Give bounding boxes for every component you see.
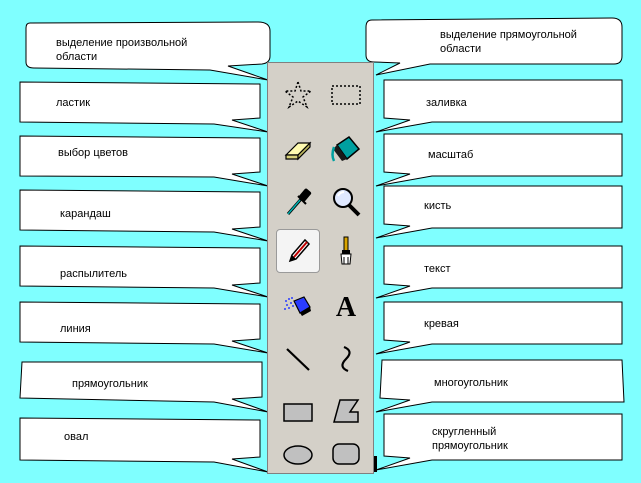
callout-rounded-rect-label: скругленный прямоугольник <box>432 426 508 452</box>
toolbar-edge-mark <box>374 456 377 472</box>
paint-toolbar: A <box>267 62 374 474</box>
callout-curve-bubble <box>375 301 623 355</box>
text-tool[interactable]: A <box>324 283 368 327</box>
text-tool-glyph: A <box>336 292 357 323</box>
callout-polygon-label: многоугольник <box>434 377 508 389</box>
callout-fill-bubble <box>375 79 623 133</box>
pick-color-tool[interactable] <box>276 180 320 224</box>
rect-select-tool[interactable] <box>324 73 368 117</box>
callout-magnifier-label: масштаб <box>428 149 474 161</box>
line-tool[interactable] <box>276 337 320 381</box>
paint-bucket-icon <box>331 136 361 162</box>
rounded-rectangle-icon <box>332 443 360 465</box>
free-select-icon <box>282 79 314 109</box>
brush-tool[interactable] <box>324 229 368 273</box>
airbrush-icon <box>284 296 311 316</box>
callout-brush-label: кисть <box>424 200 452 212</box>
callout-line-bubble <box>19 301 269 354</box>
rect-select-icon <box>331 85 361 105</box>
pencil-icon <box>288 238 311 263</box>
callout-rectangle-label: прямоугольник <box>72 378 148 390</box>
rounded-rect-tool[interactable] <box>324 431 368 475</box>
callout-rect-select-label: выделение прямоугольной области <box>440 29 577 55</box>
callout-pick-color-label: выбор цветов <box>58 147 128 159</box>
rectangle-tool[interactable] <box>276 390 320 434</box>
callout-brush-bubble <box>375 185 623 239</box>
callout-text-bubble <box>375 245 623 299</box>
airbrush-tool[interactable] <box>276 283 320 327</box>
ellipse-icon <box>283 445 313 465</box>
callout-airbrush-label: распылитель <box>60 268 127 280</box>
ellipse-tool[interactable] <box>276 431 320 475</box>
callout-pencil-label: карандаш <box>60 208 111 220</box>
callout-free-select-label: выделение произвольной области <box>56 37 188 63</box>
eraser-tool[interactable] <box>276 127 320 171</box>
rectangle-icon <box>283 403 313 422</box>
fill-tool[interactable] <box>324 127 368 171</box>
callout-curve-label: кревая <box>424 318 459 330</box>
callout-ellipse-bubble <box>19 417 269 473</box>
polygon-tool[interactable] <box>324 390 368 434</box>
curve-icon <box>341 345 351 373</box>
magnifier-tool[interactable] <box>324 180 368 224</box>
polygon-icon <box>333 399 360 423</box>
callout-eraser-label: ластик <box>56 97 91 109</box>
callout-pencil-bubble <box>19 189 269 242</box>
callout-ellipse-label: овал <box>64 431 89 443</box>
callout-line-label: линия <box>60 323 91 335</box>
line-icon <box>286 348 310 371</box>
callout-magnifier-bubble <box>375 133 623 187</box>
paintbrush-icon <box>340 236 352 265</box>
callout-airbrush-bubble <box>19 245 269 298</box>
callout-fill-label: заливка <box>426 97 467 109</box>
eyedropper-icon <box>286 188 312 215</box>
eraser-icon <box>284 141 312 161</box>
callout-pick-color-bubble <box>19 135 269 187</box>
curve-tool[interactable] <box>324 337 368 381</box>
callout-text-label: текст <box>424 263 451 275</box>
magnifier-icon <box>333 188 361 217</box>
free-select-tool[interactable] <box>276 73 320 117</box>
text-icon: A <box>336 292 357 323</box>
pencil-tool[interactable] <box>276 229 320 273</box>
